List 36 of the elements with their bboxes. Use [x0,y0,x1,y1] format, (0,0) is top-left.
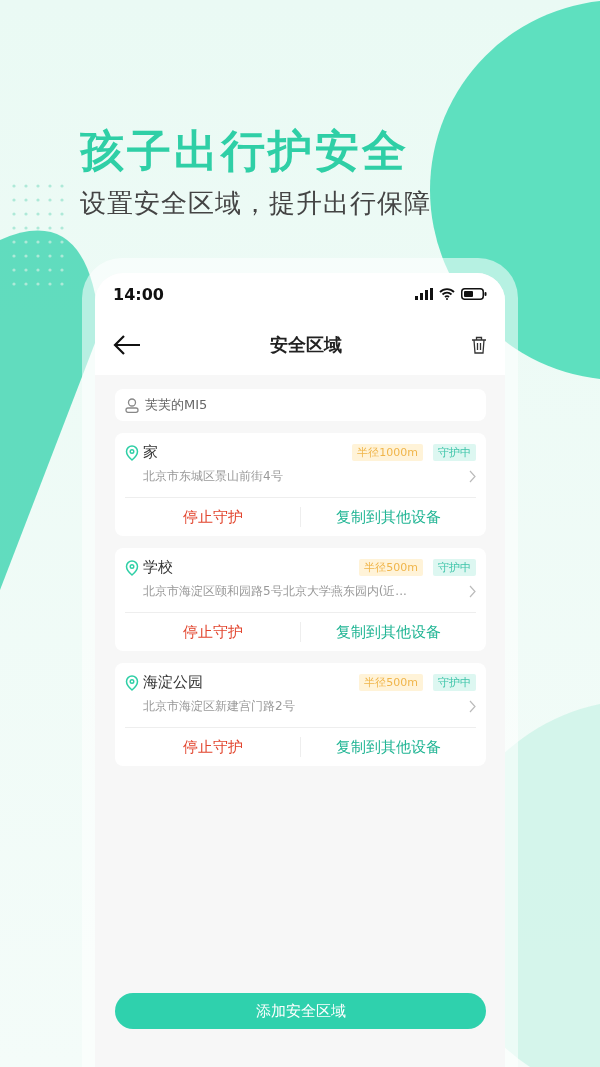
location-pin-icon [125,559,139,576]
trash-icon[interactable] [471,336,487,354]
device-selector[interactable]: 芙芙的MI5 [115,389,486,421]
copy-to-device-button[interactable]: 复制到其他设备 [301,737,476,757]
battery-icon [461,288,487,300]
zone-name: 学校 [143,558,174,577]
chevron-right-icon[interactable] [469,585,476,598]
radius-tag: 半径500m [359,559,423,576]
subheadline: 设置安全区域，提升出行保障 [80,187,431,220]
location-pin-icon [125,444,139,461]
status-tag: 守护中 [433,559,476,576]
page-title: 安全区域 [270,333,342,357]
device-name: 芙芙的MI5 [145,396,208,414]
person-icon [125,397,139,413]
stop-guard-button[interactable]: 停止守护 [125,737,300,757]
radius-tag: 半径1000m [352,444,423,461]
location-pin-icon [125,674,139,691]
status-tag: 守护中 [433,674,476,691]
status-time: 14:00 [113,284,164,304]
zone-address: 北京市东城区景山前街4号 [143,468,284,485]
zone-address: 北京市海淀区新建宫门路2号 [143,698,296,715]
signal-icon [415,288,433,300]
zone-address: 北京市海淀区颐和园路5号北京大学燕东园内(近... [143,583,408,600]
wifi-icon [439,288,455,300]
zone-name: 海淀公园 [143,673,204,692]
chevron-right-icon[interactable] [469,700,476,713]
radius-tag: 半径500m [359,674,423,691]
zone-name: 家 [143,443,159,462]
stop-guard-button[interactable]: 停止守护 [125,622,300,642]
headline: 孩子出行护安全 [80,125,409,177]
status-tag: 守护中 [433,444,476,461]
copy-to-device-button[interactable]: 复制到其他设备 [301,622,476,642]
copy-to-device-button[interactable]: 复制到其他设备 [301,507,476,527]
stop-guard-button[interactable]: 停止守护 [125,507,300,527]
back-arrow-icon[interactable] [113,335,141,355]
chevron-right-icon[interactable] [469,470,476,483]
